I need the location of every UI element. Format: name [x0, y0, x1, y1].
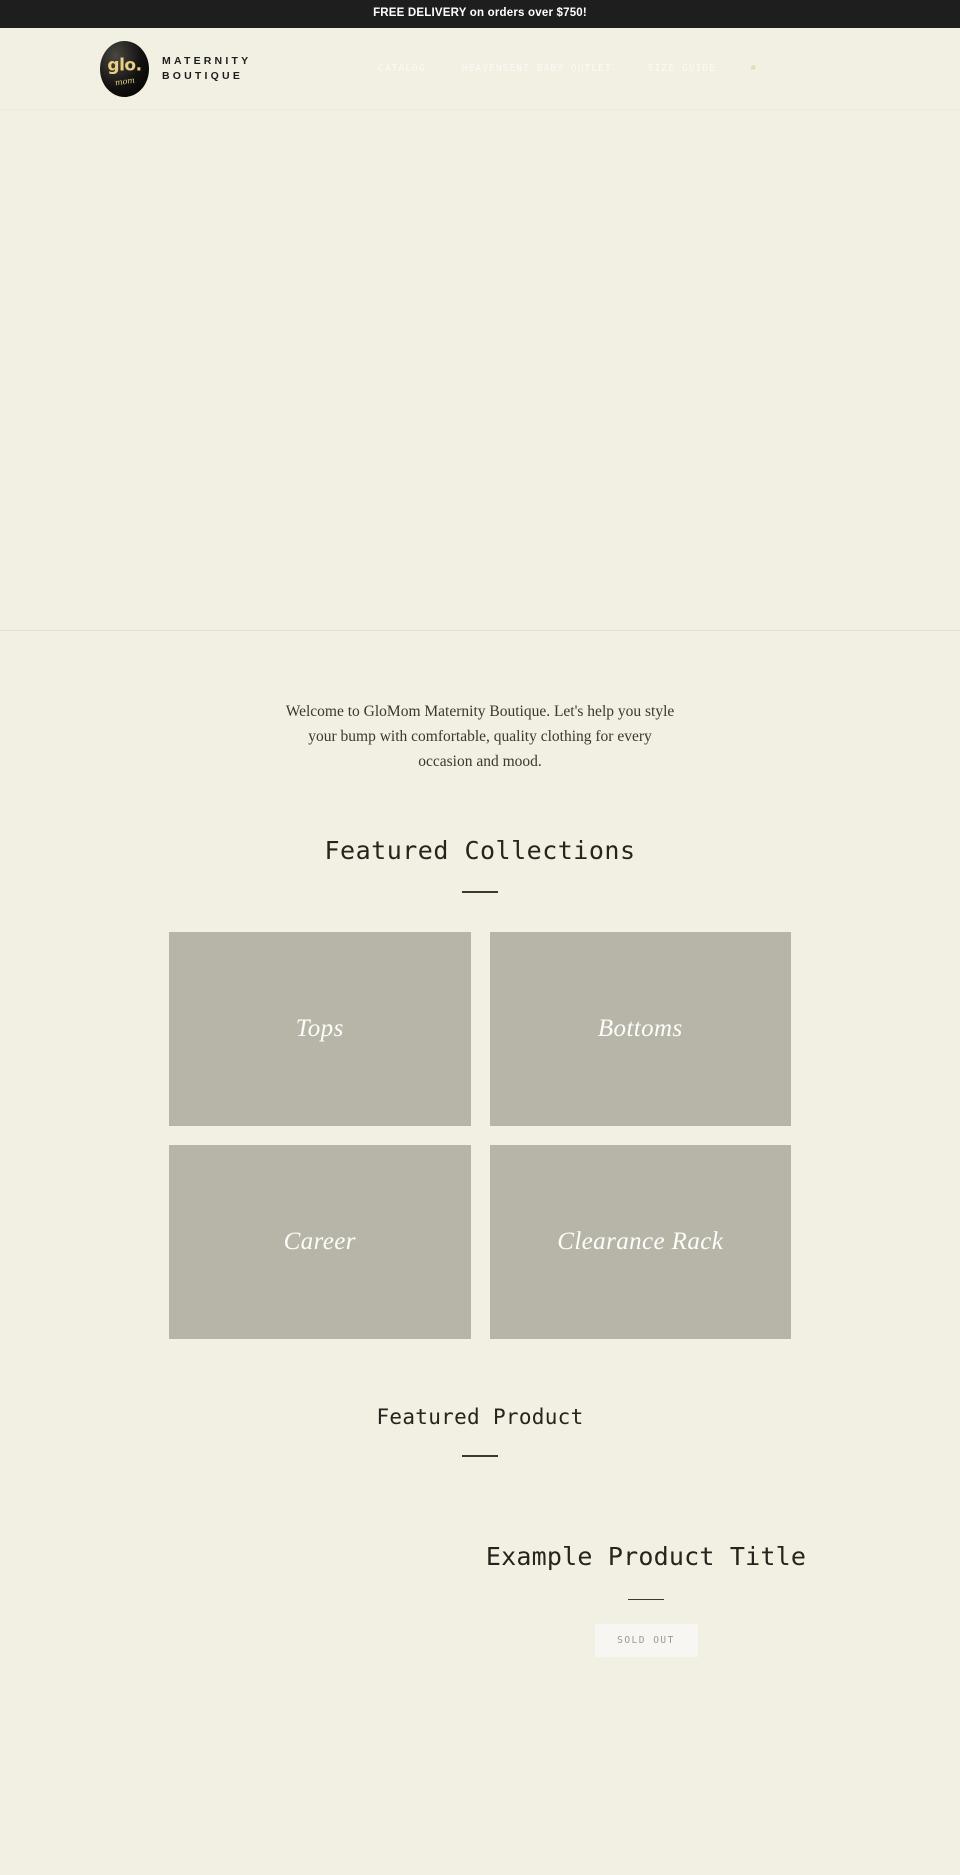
- nav-item-heavensent-baby-outlet[interactable]: HEAVENSENT BABY OUTLET: [444, 64, 630, 74]
- announcement-bar: FREE DELIVERY on orders over $750!: [0, 0, 960, 28]
- featured-product-heading: Featured Product: [376, 1404, 584, 1429]
- main-navigation: CATALOG HEAVENSENT BABY OUTLET SIZE GUID…: [360, 28, 772, 109]
- intro-text: Welcome to GloMom Maternity Boutique. Le…: [285, 703, 675, 771]
- heading-divider: [462, 891, 498, 893]
- logo-word-maternity: MATERNITY: [162, 54, 252, 67]
- logo-wordmark: MATERNITY BOUTIQUE: [162, 54, 252, 82]
- featured-product-row: Example Product Title SOLD OUT: [0, 1519, 960, 1658]
- featured-product-divider: [462, 1455, 498, 1457]
- featured-product-section: Featured Product Example Product Title S…: [0, 1339, 960, 1658]
- product-image-placeholder: [100, 1519, 432, 1658]
- logo-link[interactable]: glo. mom MATERNITY BOUTIQUE: [100, 40, 252, 97]
- collection-card-label: Bottoms: [597, 1015, 683, 1043]
- glomom-logo-icon: glo. mom: [100, 40, 149, 97]
- product-info: Example Product Title SOLD OUT: [432, 1519, 860, 1658]
- intro-section: Welcome to GloMom Maternity Boutique. Le…: [0, 631, 960, 774]
- announcement-text: FREE DELIVERY on orders over $750!: [373, 7, 587, 20]
- nav-item-size-guide[interactable]: SIZE GUIDE: [630, 64, 734, 74]
- site-header: glo. mom MATERNITY BOUTIQUE CATALOG HEAV…: [0, 28, 960, 109]
- collection-card-label: Career: [283, 1228, 356, 1256]
- logo-word-boutique: BOUTIQUE: [162, 70, 244, 82]
- sold-out-button[interactable]: SOLD OUT: [594, 1624, 698, 1658]
- search-icon[interactable]: ⌕: [734, 63, 772, 74]
- logo-mom-text: mom: [114, 75, 136, 88]
- logo-glo-text: glo.: [107, 55, 142, 76]
- collection-grid: Tops Bottoms Career Clearance Rack: [169, 931, 791, 1339]
- nav-item-catalog[interactable]: CATALOG: [360, 64, 444, 74]
- product-title-divider: [628, 1598, 664, 1601]
- featured-collections-section: Featured Collections Tops Bottoms Career…: [0, 774, 960, 1339]
- featured-collections-heading: Featured Collections: [324, 836, 636, 866]
- collection-card-tops[interactable]: Tops: [169, 931, 471, 1126]
- product-title: Example Product Title: [485, 1541, 807, 1571]
- collection-card-bottoms[interactable]: Bottoms: [489, 931, 791, 1126]
- collection-card-label: Clearance Rack: [557, 1228, 724, 1256]
- collection-card-label: Tops: [295, 1015, 344, 1043]
- collection-card-clearance-rack[interactable]: Clearance Rack: [489, 1144, 791, 1339]
- collection-card-career[interactable]: Career: [169, 1144, 471, 1339]
- hero-banner: [0, 109, 960, 631]
